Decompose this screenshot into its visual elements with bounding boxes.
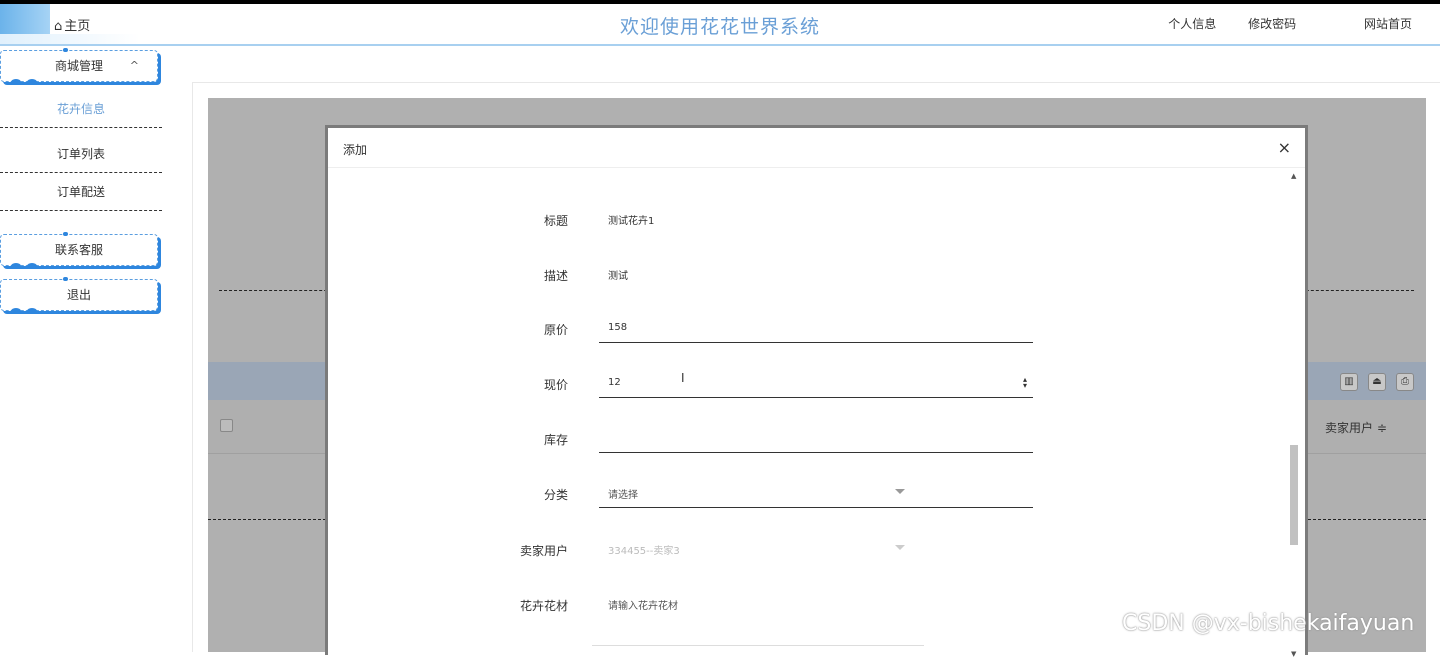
close-icon[interactable]: × (1278, 138, 1291, 157)
contact-service-button[interactable]: 联系客服 (0, 232, 158, 269)
app-header: ⌂ 主页 欢迎使用花花世界系统 个人信息 修改密码 网站首页 (0, 4, 1440, 46)
sidebar-item-flower-info[interactable]: 花卉信息 (0, 90, 162, 128)
sidebar-item-order-delivery[interactable]: 订单配送 (0, 173, 162, 211)
columns-icon[interactable]: ▥ (1340, 373, 1358, 391)
form-row-title: 标题 测试花卉1 (328, 204, 1288, 234)
dialog-header: 添加 × (328, 128, 1305, 168)
form-row-stock: 库存 (328, 423, 1288, 453)
category-placeholder: 请选择 (608, 490, 638, 501)
button-decoration (27, 263, 37, 269)
category-select[interactable] (599, 478, 1033, 508)
profile-link[interactable]: 个人信息 (1168, 17, 1216, 31)
title-field[interactable]: 测试花卉1 (608, 212, 654, 227)
form-row-current-price: 现价 ▴▾ (328, 368, 1288, 398)
sidebar-group-label: 商城管理 (54, 59, 103, 73)
button-decoration (27, 308, 37, 314)
chevron-up-icon: ^ (129, 59, 139, 72)
logout-label: 退出 (66, 288, 91, 302)
dialog-title: 添加 (343, 143, 368, 157)
form-row-description: 描述 测试 (328, 259, 1288, 289)
form-row-original-price: 原价 (328, 313, 1288, 343)
caret-down-icon (895, 545, 905, 550)
text-cursor-icon: I (681, 371, 685, 385)
seller-select[interactable]: 334455--卖家3 (608, 542, 680, 557)
button-decoration (63, 48, 68, 52)
field-label: 描述 (543, 269, 568, 283)
column-header-seller[interactable]: 卖家用户 ≑ (1325, 419, 1387, 436)
upload-box-edge (592, 645, 924, 646)
button-decoration (63, 232, 68, 236)
print-icon[interactable]: ⎙ (1396, 373, 1414, 391)
button-decoration (27, 79, 37, 85)
scroll-down-icon[interactable]: ▼ (1291, 650, 1296, 658)
scroll-up-icon[interactable]: ▲ (1291, 172, 1296, 180)
field-label: 卖家用户 (519, 544, 568, 558)
contact-service-label: 联系客服 (54, 243, 103, 257)
field-label: 分类 (543, 488, 568, 502)
stock-input[interactable] (599, 423, 1033, 453)
caret-down-icon (895, 489, 905, 494)
scrollbar-thumb[interactable] (1290, 445, 1298, 545)
field-label: 库存 (543, 433, 568, 447)
website-home-link[interactable]: 网站首页 (1364, 17, 1412, 31)
number-stepper-icon[interactable]: ▴ ▾ (1023, 376, 1027, 390)
original-price-input[interactable] (599, 313, 1033, 343)
button-decoration (11, 79, 21, 85)
add-dialog: 添加 × 标题 测试花卉1 描述 测试 原价 现价 ▴▾ I 库存 分类 请选择… (325, 125, 1308, 658)
current-price-input[interactable] (599, 368, 1033, 398)
dialog-scrollbar[interactable]: ▲ ▼ (1289, 170, 1299, 658)
field-label: 现价 (543, 378, 568, 392)
select-all-checkbox[interactable] (220, 419, 233, 432)
field-label: 花卉花材 (519, 599, 568, 613)
change-password-link[interactable]: 修改密码 (1248, 17, 1296, 31)
form-row-category: 分类 请选择 (328, 478, 1288, 508)
sidebar: 商城管理 ^ 花卉信息 订单列表 订单配送 联系客服 退出 (0, 46, 192, 652)
button-decoration (11, 308, 21, 314)
export-icon[interactable]: ⏏ (1368, 373, 1386, 391)
sidebar-group-mall[interactable]: 商城管理 ^ (0, 48, 158, 85)
field-label: 标题 (543, 214, 568, 228)
field-label: 原价 (543, 323, 568, 337)
watermark: CSDN @vx-bishekaifayuan (1122, 611, 1415, 636)
logout-button[interactable]: 退出 (0, 277, 158, 314)
form-row-seller: 卖家用户 334455--卖家3 (328, 534, 1288, 564)
header-links: 个人信息 修改密码 网站首页 (1140, 15, 1412, 32)
sidebar-item-order-list[interactable]: 订单列表 (0, 135, 162, 173)
material-input[interactable]: 请输入花卉花材 (608, 597, 678, 612)
description-field[interactable]: 测试 (608, 267, 628, 282)
button-decoration (63, 277, 68, 281)
button-decoration (11, 263, 21, 269)
